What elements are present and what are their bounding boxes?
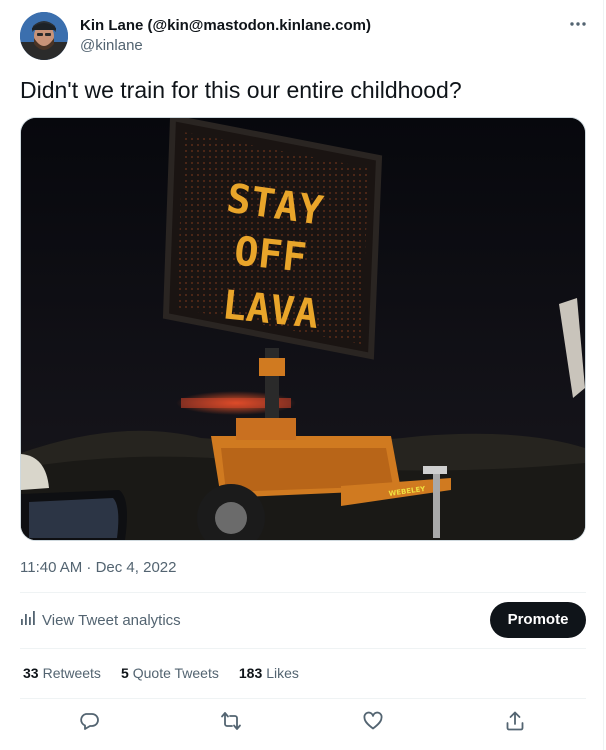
tweet-timestamp[interactable]: 11:40 AM · Dec 4, 2022 — [20, 558, 176, 578]
column-border — [603, 0, 604, 750]
analytics-bars-icon — [20, 610, 36, 630]
divider — [20, 648, 586, 649]
quote-tweets-count: 5 — [120, 665, 129, 681]
view-tweet-analytics-link[interactable]: View Tweet analytics — [20, 610, 181, 630]
author-handle[interactable]: @kinlane — [80, 36, 371, 56]
author-display-name[interactable]: Kin Lane (@kin@mastodon.kinlane.com) — [80, 16, 371, 36]
tweet-detail: Kin Lane (@kin@mastodon.kinlane.com) @ki… — [0, 0, 606, 750]
likes-label: Likes — [266, 665, 299, 681]
more-horizontal-icon[interactable] — [566, 12, 590, 36]
tweet-text: Didn't we train for this our entire chil… — [20, 77, 462, 103]
retweets-stat[interactable]: 33 Retweets — [23, 664, 101, 682]
retweets-label: Retweets — [42, 665, 101, 681]
divider — [20, 698, 586, 699]
retweets-count: 33 — [23, 665, 39, 681]
promote-button[interactable]: Promote — [490, 602, 586, 638]
share-icon[interactable] — [504, 710, 526, 732]
reply-icon[interactable] — [78, 710, 100, 732]
quote-tweets-label: Quote Tweets — [132, 665, 219, 681]
quote-tweets-stat[interactable]: 5 Quote Tweets — [121, 664, 219, 682]
analytics-label: View Tweet analytics — [42, 611, 181, 629]
avatar[interactable] — [20, 12, 68, 60]
like-icon[interactable] — [362, 710, 384, 732]
sign-line-2: OFF — [232, 228, 309, 281]
tweet-actions — [20, 710, 586, 734]
engagement-stats: 33 Retweets 5 Quote Tweets 183 Likes — [23, 664, 319, 682]
author-names: Kin Lane (@kin@mastodon.kinlane.com) @ki… — [80, 16, 371, 56]
retweet-icon[interactable] — [220, 710, 242, 732]
tweet-photo[interactable]: STAY OFF LAVA WEBELEY — [20, 117, 586, 541]
likes-count: 183 — [238, 665, 263, 681]
tweet-header: Kin Lane (@kin@mastodon.kinlane.com) @ki… — [20, 12, 590, 62]
likes-stat[interactable]: 183 Likes — [239, 664, 299, 682]
divider — [20, 592, 586, 593]
